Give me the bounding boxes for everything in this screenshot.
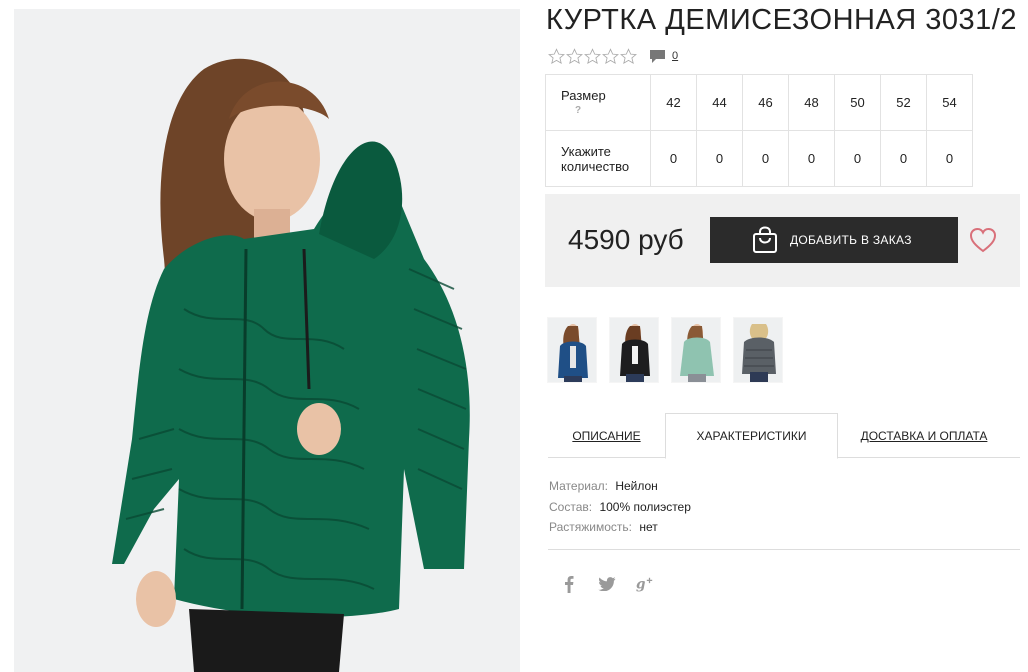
quantity-input[interactable]: 0	[880, 130, 927, 187]
spec-row: Растяжимость: нет	[549, 517, 691, 538]
twitter-icon[interactable]	[598, 574, 616, 594]
characteristics-list: Материал: Нейлон Состав: 100% полиэстер …	[549, 476, 691, 538]
size-header: Размер ?	[545, 74, 651, 131]
size-quantity-table: Размер ? 42 44 46 48 50 52 54 Укажите ко…	[545, 74, 973, 187]
size-row: Размер ? 42 44 46 48 50 52 54	[545, 74, 973, 131]
facebook-icon[interactable]	[560, 574, 578, 594]
quantity-input[interactable]: 0	[696, 130, 743, 187]
star-outline-icon[interactable]	[584, 47, 601, 65]
star-outline-icon[interactable]	[602, 47, 619, 65]
spec-row: Материал: Нейлон	[549, 476, 691, 497]
add-to-order-button[interactable]: ДОБАВИТЬ В ЗАКАЗ	[710, 217, 958, 263]
svg-text:g: g	[636, 577, 645, 593]
comments-count[interactable]: 0	[672, 50, 678, 62]
quantity-label-line2: количество	[561, 158, 630, 174]
star-outline-icon[interactable]	[566, 47, 583, 65]
divider	[548, 549, 1020, 550]
quantity-label-line1: Укажите	[561, 143, 611, 159]
size-value: 54	[926, 74, 973, 131]
quantity-input[interactable]: 0	[788, 130, 835, 187]
price-box: 4590 руб ДОБАВИТЬ В ЗАКАЗ	[545, 194, 1020, 287]
spec-row: Состав: 100% полиэстер	[549, 497, 691, 518]
color-thumbnail[interactable]	[733, 317, 783, 383]
shopping-bag-icon	[752, 226, 778, 254]
color-thumbnail[interactable]	[547, 317, 597, 383]
color-thumbnail[interactable]	[609, 317, 659, 383]
tab-description-label: ОПИСАНИЕ	[572, 428, 641, 443]
heart-outline-icon[interactable]	[969, 227, 997, 258]
color-thumbnails	[547, 317, 783, 383]
google-plus-icon[interactable]: g	[636, 574, 654, 594]
tab-description[interactable]: ОПИСАНИЕ	[548, 413, 665, 458]
size-value: 52	[880, 74, 927, 131]
star-outline-icon[interactable]	[620, 47, 637, 65]
quantity-header: Укажите количество	[545, 130, 651, 187]
rating-row: 0	[548, 46, 678, 66]
comment-bubble-icon	[650, 49, 665, 63]
quantity-input[interactable]: 0	[926, 130, 973, 187]
star-outline-icon[interactable]	[548, 47, 565, 65]
product-price: 4590 руб	[568, 224, 684, 255]
spec-label: Состав:	[549, 499, 593, 514]
size-value: 42	[650, 74, 697, 131]
product-title: КУРТКА ДЕМИСЕЗОННАЯ 3031/2	[546, 4, 1017, 36]
size-value: 50	[834, 74, 881, 131]
spec-label: Материал:	[549, 479, 608, 493]
size-value: 44	[696, 74, 743, 131]
color-thumbnail[interactable]	[671, 317, 721, 383]
rating-stars[interactable]	[548, 47, 637, 65]
spec-value: 100% полиэстер	[599, 499, 691, 514]
size-value: 46	[742, 74, 789, 131]
quantity-input[interactable]: 0	[834, 130, 881, 187]
spec-value: нет	[639, 520, 658, 534]
comments-link[interactable]: 0	[649, 48, 678, 65]
quantity-input[interactable]: 0	[650, 130, 697, 187]
size-value: 48	[788, 74, 835, 131]
size-label: Размер	[561, 87, 606, 103]
social-share: g	[560, 574, 654, 594]
quantity-input[interactable]: 0	[742, 130, 789, 187]
spec-label: Растяжимость:	[549, 520, 633, 534]
tab-characteristics-label: ХАРАКТЕРИСТИКИ	[696, 429, 807, 443]
tab-characteristics[interactable]: ХАРАКТЕРИСТИКИ	[665, 413, 838, 459]
product-main-image	[14, 9, 520, 672]
tab-delivery-payment[interactable]: ДОСТАВКА И ОПЛАТА	[848, 413, 1000, 458]
product-tabs: ОПИСАНИЕ ХАРАКТЕРИСТИКИ ДОСТАВКА И ОПЛАТ…	[548, 413, 1020, 459]
size-help-icon[interactable]: ?	[561, 103, 650, 118]
spec-value: Нейлон	[615, 479, 658, 493]
add-to-order-label: ДОБАВИТЬ В ЗАКАЗ	[790, 233, 912, 247]
tab-delivery-label: ДОСТАВКА И ОПЛАТА	[860, 428, 988, 443]
quantity-row: Укажите количество 0 0 0 0 0 0 0	[545, 130, 973, 187]
